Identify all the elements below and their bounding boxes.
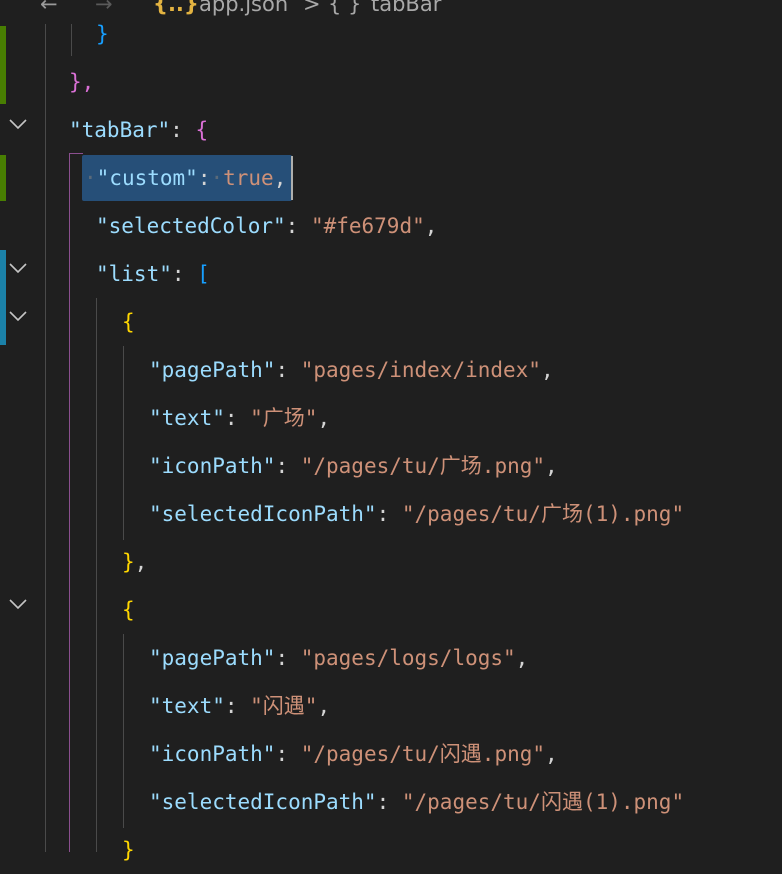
gutter-added-marker[interactable] bbox=[0, 26, 6, 104]
json-value: "闪遇" bbox=[250, 694, 318, 718]
closing-brace: } bbox=[96, 22, 109, 46]
json-key: "pagePath" bbox=[149, 646, 276, 670]
json-value: "/pages/tu/闪遇(1).png" bbox=[401, 790, 685, 814]
code-line[interactable]: "pagePath": "pages/logs/logs", bbox=[149, 634, 528, 682]
json-key: "custom" bbox=[96, 166, 198, 190]
indent-guide bbox=[71, 24, 72, 56]
code-line[interactable]: "selectedColor": "#fe679d", bbox=[96, 202, 437, 250]
json-key: "tabBar" bbox=[69, 118, 171, 142]
json-value: "pages/index/index" bbox=[300, 358, 541, 382]
indent-guide bbox=[96, 298, 97, 852]
code-line[interactable]: }, bbox=[69, 58, 94, 106]
code-line[interactable]: "text": "闪遇", bbox=[149, 682, 330, 730]
text-cursor bbox=[291, 156, 293, 200]
breadcrumb-symbol-name[interactable]: tabBar bbox=[371, 0, 441, 16]
fold-chevron-icon[interactable] bbox=[8, 258, 28, 278]
code-line[interactable]: ·"custom":·true, bbox=[84, 154, 286, 202]
code-line[interactable]: "list": [ bbox=[96, 250, 210, 298]
json-key: "text" bbox=[149, 406, 225, 430]
indent-guide bbox=[123, 634, 124, 828]
json-value: "/pages/tu/广场(1).png" bbox=[401, 502, 685, 526]
code-line[interactable]: } bbox=[122, 826, 135, 874]
json-key: "iconPath" bbox=[149, 742, 276, 766]
back-arrow-icon[interactable]: ← bbox=[40, 0, 58, 16]
json-value: "#fe679d" bbox=[310, 214, 425, 238]
json-key: "list" bbox=[96, 262, 172, 286]
fold-chevron-icon[interactable] bbox=[8, 114, 28, 134]
json-key: "selectedIconPath" bbox=[149, 790, 377, 814]
json-key: "iconPath" bbox=[149, 454, 276, 478]
json-value: "广场" bbox=[250, 406, 318, 430]
code-line[interactable]: "iconPath": "/pages/tu/广场.png", bbox=[149, 442, 558, 490]
json-value: "pages/logs/logs" bbox=[300, 646, 516, 670]
json-key: "selectedIconPath" bbox=[149, 502, 377, 526]
code-line[interactable]: "tabBar": { bbox=[69, 106, 208, 154]
json-value: "/pages/tu/广场.png" bbox=[300, 454, 546, 478]
breadcrumb-file-name[interactable]: app.json bbox=[199, 0, 288, 16]
json-file-icon: {..} bbox=[153, 0, 199, 16]
gutter-added-marker[interactable] bbox=[0, 155, 6, 201]
code-line[interactable]: } bbox=[96, 10, 109, 58]
code-line[interactable]: { bbox=[122, 298, 135, 346]
json-key: "pagePath" bbox=[149, 358, 276, 382]
json-key: "selectedColor" bbox=[96, 214, 286, 238]
code-line[interactable]: "selectedIconPath": "/pages/tu/闪遇(1).png… bbox=[149, 778, 684, 826]
indent-guide bbox=[123, 346, 124, 540]
indent-guide bbox=[45, 24, 46, 852]
json-value: true bbox=[223, 166, 274, 190]
object-symbol-icon: { } bbox=[328, 0, 362, 16]
code-line[interactable]: "text": "广场", bbox=[149, 394, 330, 442]
breadcrumb: ← → {..} app.json > { } tabBar bbox=[0, 0, 782, 24]
gutter-modified-marker[interactable] bbox=[0, 250, 6, 345]
fold-chevron-icon[interactable] bbox=[8, 594, 28, 614]
code-line[interactable]: "pagePath": "pages/index/index", bbox=[149, 346, 554, 394]
closing-brace: }, bbox=[69, 70, 95, 94]
json-value: "/pages/tu/闪遇.png" bbox=[300, 742, 546, 766]
code-line[interactable]: "selectedIconPath": "/pages/tu/广场(1).png… bbox=[149, 490, 684, 538]
code-line[interactable]: { bbox=[122, 586, 135, 634]
code-line[interactable]: }, bbox=[122, 538, 147, 586]
code-line[interactable]: "iconPath": "/pages/tu/闪遇.png", bbox=[149, 730, 558, 778]
fold-chevron-icon[interactable] bbox=[8, 306, 28, 326]
breadcrumb-separator-icon: > bbox=[303, 0, 321, 16]
active-indent-guide bbox=[69, 153, 70, 852]
json-key: "text" bbox=[149, 694, 225, 718]
